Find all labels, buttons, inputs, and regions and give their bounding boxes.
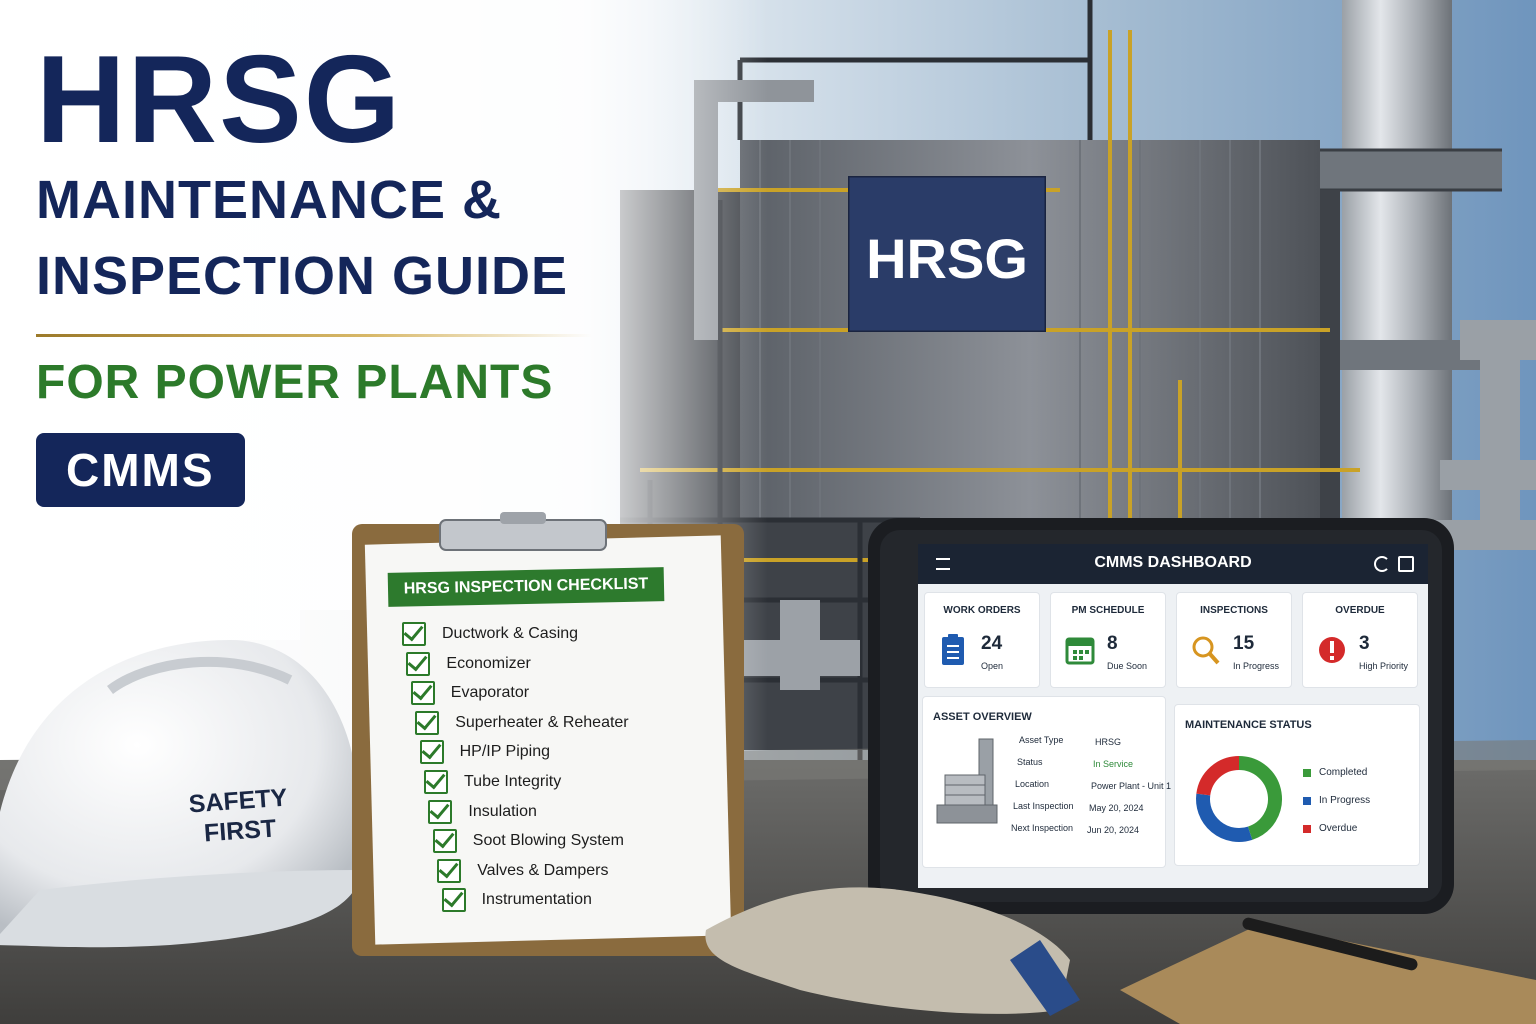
- legend-swatch: [1303, 768, 1311, 777]
- stat-card-sub: Open: [981, 661, 1004, 671]
- logout-icon[interactable]: [1398, 556, 1414, 572]
- hrsg-asset-icon: [936, 738, 998, 824]
- clipboard-list-icon: [939, 633, 969, 667]
- asset-overview-panel: ASSET OVERVIEW Asset Type HRSG Status In Se…: [922, 696, 1171, 868]
- checklist-item: Instrumentation: [441, 886, 592, 914]
- title-hrsg: HRSG: [36, 31, 403, 169]
- checklist-item: Insulation: [428, 798, 537, 826]
- checklist-item: Economizer: [406, 650, 531, 678]
- checklist-item-label: Instrumentation: [481, 891, 592, 909]
- checklist-item-label: Valves & Dampers: [477, 861, 609, 879]
- checkbox-checked-icon[interactable]: [441, 888, 466, 913]
- hrsg-building-sign: HRSG: [848, 176, 1046, 332]
- checklist-title: HRSG INSPECTION CHECKLIST: [387, 567, 665, 607]
- asset-overview-title: ASSET OVERVIEW: [933, 711, 1032, 723]
- checklist-item-label: Insulation: [468, 802, 537, 820]
- legend-swatch: [1303, 824, 1311, 833]
- stat-card-label: INSPECTIONS: [1200, 605, 1268, 616]
- checkbox-checked-icon[interactable]: [410, 681, 435, 706]
- magnifier-icon: [1191, 633, 1221, 667]
- dashboard-header: CMMS DASHBOARD: [918, 544, 1428, 584]
- legend-item: Overdue: [1303, 823, 1357, 834]
- checklist-item: Ductwork & Casing: [402, 620, 578, 648]
- checkbox-checked-icon[interactable]: [424, 770, 448, 794]
- dashboard-title: CMMS DASHBOARD: [1094, 554, 1252, 571]
- asset-field-label: Asset Type: [1019, 735, 1064, 745]
- checklist-item: Evaporator: [410, 679, 530, 707]
- cmms-badge: CMMS: [36, 433, 245, 507]
- checkbox-checked-icon[interactable]: [415, 710, 440, 735]
- donut-segment-completed: [1238, 756, 1282, 840]
- hard-hat-label: SAFETY FIRST: [182, 782, 296, 850]
- stat-card-label: WORK ORDERS: [943, 605, 1021, 616]
- donut-segment-overdue: [1196, 756, 1240, 796]
- stat-card-sub: High Priority: [1359, 661, 1409, 671]
- legend-swatch: [1303, 796, 1311, 805]
- stat-card-value: 24: [981, 633, 1003, 654]
- asset-field-label: Last Inspection: [1013, 801, 1074, 811]
- checkbox-checked-icon[interactable]: [432, 829, 457, 854]
- stat-card-value: 8: [1107, 633, 1118, 654]
- checkbox-checked-icon[interactable]: [419, 740, 444, 765]
- stat-card-label: OVERDUE: [1335, 605, 1385, 616]
- stat-card[interactable]: INSPECTIONS 15 In Progress: [1176, 592, 1292, 688]
- stat-card-value: 15: [1233, 633, 1255, 654]
- donut-segment-in-progress: [1196, 793, 1253, 842]
- asset-field-label: Status: [1017, 757, 1043, 767]
- checklist-item-label: Superheater & Reheater: [455, 713, 629, 731]
- stat-card-sub: Due Soon: [1107, 661, 1148, 671]
- stat-card[interactable]: PM SCHEDULE 8 Due Soon: [1050, 592, 1166, 688]
- checklist-item: Tube Integrity: [424, 768, 561, 796]
- legend-label: Completed: [1319, 767, 1368, 778]
- title-divider: [36, 334, 592, 337]
- asset-field-value: In Service: [1093, 759, 1134, 769]
- maintenance-status-title: MAINTENANCE STATUS: [1185, 719, 1312, 731]
- legend-item: Completed: [1303, 767, 1367, 778]
- checklist-item-label: HP/IP Piping: [459, 743, 551, 761]
- alert-icon: [1317, 633, 1347, 667]
- legend-label: In Progress: [1319, 795, 1371, 806]
- checklist-item: Soot Blowing System: [432, 827, 624, 855]
- title-maintenance: MAINTENANCE &: [36, 170, 502, 230]
- checkbox-checked-icon[interactable]: [406, 651, 431, 676]
- checklist: Ductwork & Casing Economizer Evaporator Sup…: [402, 620, 722, 920]
- stat-card[interactable]: OVERDUE 3 High Priority: [1302, 592, 1418, 688]
- stat-card[interactable]: WORK ORDERS 24 Open: [924, 592, 1040, 688]
- checkbox-checked-icon[interactable]: [437, 858, 462, 883]
- checkbox-checked-icon[interactable]: [428, 799, 453, 824]
- calendar-icon: [1065, 633, 1095, 667]
- maintenance-status-panel: MAINTENANCE STATUS Completed In Progress O…: [1174, 704, 1420, 866]
- title-for-power-plants: FOR POWER PLANTS: [36, 356, 554, 409]
- legend-label: Overdue: [1319, 823, 1358, 834]
- title-inspection-guide: INSPECTION GUIDE: [36, 246, 569, 306]
- stat-card-label: PM SCHEDULE: [1071, 605, 1145, 616]
- asset-field-value: May 20, 2024: [1089, 803, 1144, 813]
- checklist-item: HP/IP Piping: [419, 738, 551, 766]
- checkbox-checked-icon[interactable]: [402, 622, 426, 646]
- hrsg-sign-text: HRSG: [866, 227, 1028, 290]
- maintenance-donut-chart: [1196, 756, 1282, 842]
- stat-card-value: 3: [1359, 633, 1370, 654]
- checklist-item-label: Soot Blowing System: [472, 832, 624, 850]
- asset-field-label: Location: [1015, 779, 1050, 789]
- asset-field-value: HRSG: [1095, 737, 1122, 747]
- checklist-item: Valves & Dampers: [437, 857, 609, 885]
- checklist-item: Superheater & Reheater: [415, 709, 629, 737]
- legend-item: In Progress: [1303, 795, 1370, 806]
- asset-field-label: Next Inspection: [1011, 823, 1074, 833]
- cmms-dashboard: CMMS DASHBOARD WORK ORDERS 24 Open PM SCHED…: [918, 544, 1428, 888]
- checklist-item-label: Evaporator: [450, 684, 530, 702]
- stat-card-sub: In Progress: [1233, 661, 1280, 671]
- asset-field-value: Jun 20, 2024: [1087, 825, 1140, 835]
- title-block: HRSG MAINTENANCE & INSPECTION GUIDE FOR …: [36, 38, 676, 507]
- asset-field-value: Power Plant - Unit 1: [1091, 781, 1172, 791]
- checklist-item-label: Economizer: [446, 654, 531, 672]
- checklist-item-label: Ductwork & Casing: [442, 625, 579, 642]
- refresh-icon[interactable]: [1374, 556, 1390, 572]
- checklist-item-label: Tube Integrity: [464, 773, 562, 790]
